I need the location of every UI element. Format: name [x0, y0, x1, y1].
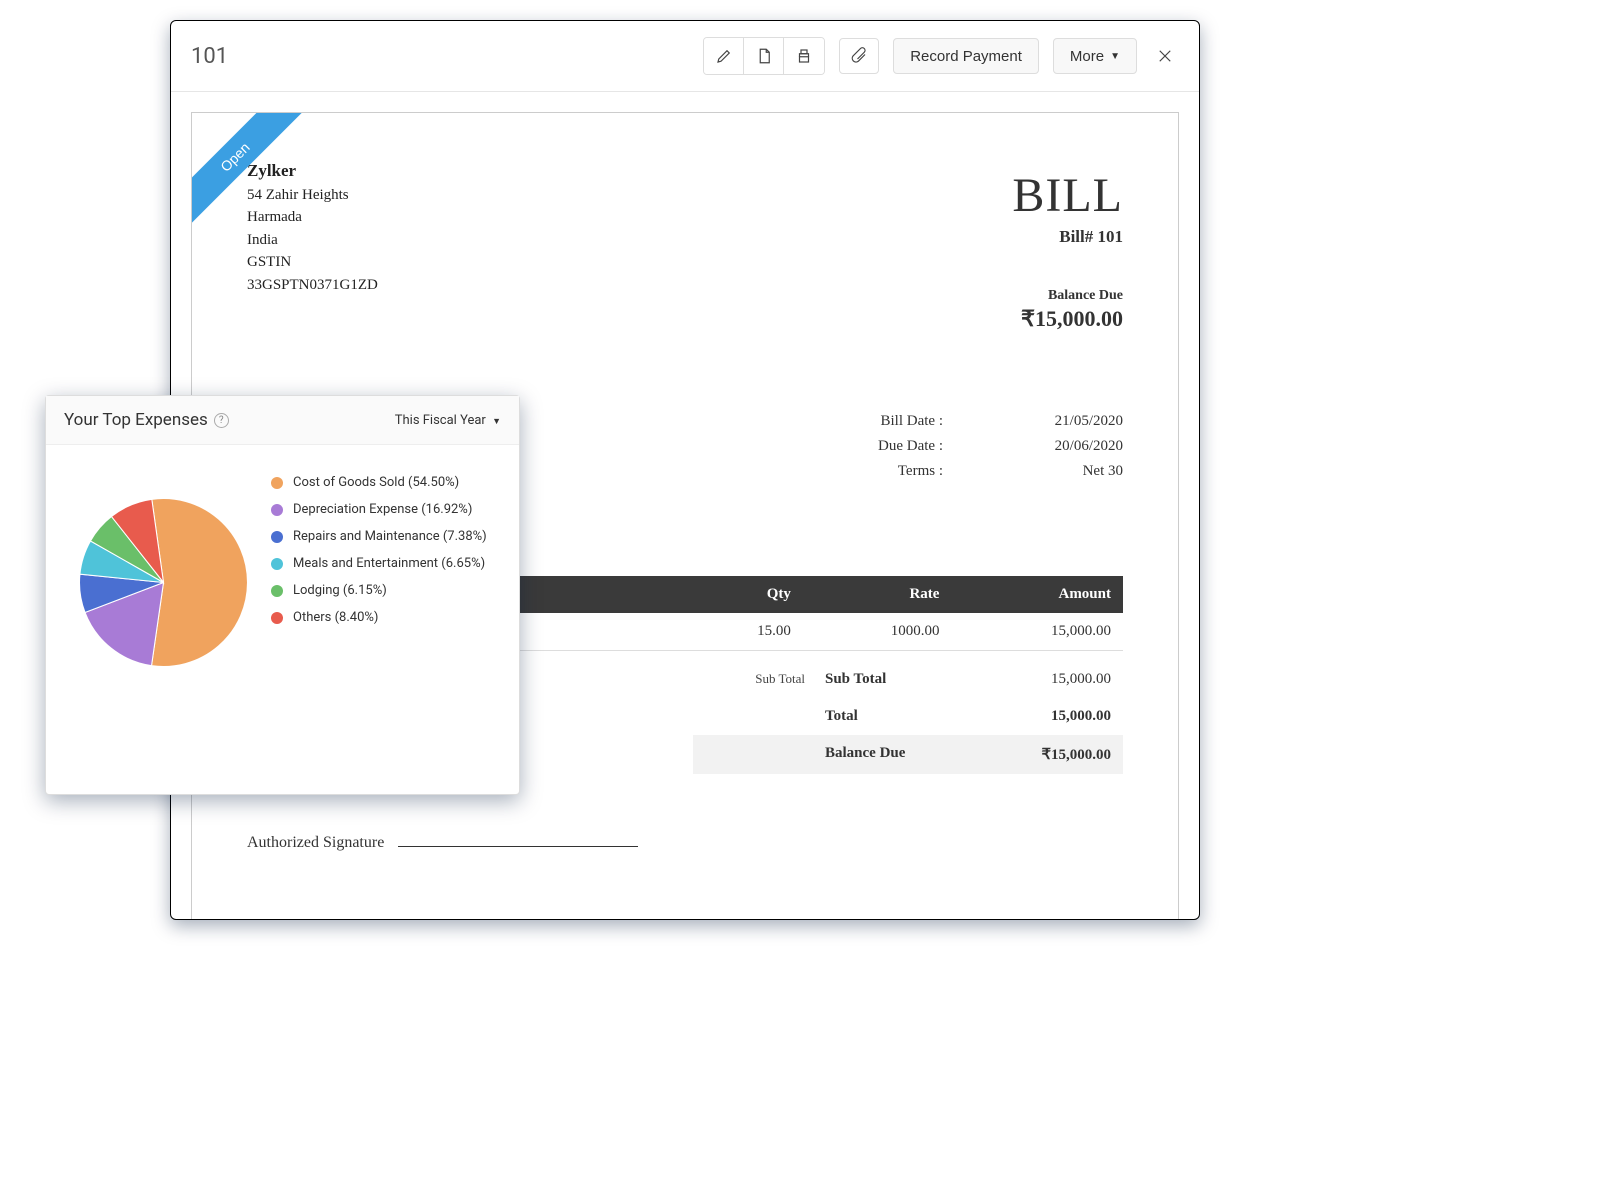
paperclip-icon: [850, 47, 868, 65]
balance-row-label: Balance Due: [805, 745, 991, 764]
expenses-pie-chart: [76, 495, 251, 670]
company-block: Zylker 54 Zahir Heights Harmada India GS…: [247, 158, 1123, 296]
legend-swatch: [271, 612, 283, 624]
legend-swatch: [271, 558, 283, 570]
status-badge: Open: [192, 113, 306, 228]
company-address-1: 54 Zahir Heights: [247, 184, 1123, 207]
legend-swatch: [271, 504, 283, 516]
bill-heading: BILL Bill# 101: [1012, 168, 1123, 247]
total-label: Total: [805, 708, 991, 725]
terms-value: Net 30: [1023, 463, 1123, 480]
legend-label: Lodging (6.15%): [293, 583, 387, 598]
top-expenses-card: Your Top Expenses ? This Fiscal Year ▼ C…: [45, 395, 520, 795]
print-button[interactable]: [784, 38, 824, 74]
pencil-icon: [715, 47, 733, 65]
cell-qty: 15.00: [685, 613, 803, 651]
close-button[interactable]: [1151, 42, 1179, 70]
expenses-title: Your Top Expenses: [64, 410, 208, 430]
col-rate: Rate: [803, 576, 952, 613]
close-icon: [1156, 47, 1174, 65]
terms-label: Terms :: [823, 463, 943, 480]
bill-date-value: 21/05/2020: [1023, 413, 1123, 430]
legend-label: Repairs and Maintenance (7.38%): [293, 529, 487, 544]
legend-item: Depreciation Expense (16.92%): [271, 502, 499, 517]
due-date-value: 20/06/2020: [1023, 438, 1123, 455]
more-button-label: More: [1070, 48, 1104, 65]
legend-item: Lodging (6.15%): [271, 583, 499, 598]
bill-date-label: Bill Date :: [823, 413, 943, 430]
legend-item: Cost of Goods Sold (54.50%): [271, 475, 499, 490]
total-value: 15,000.00: [991, 708, 1111, 725]
more-button[interactable]: More ▼: [1053, 38, 1137, 74]
company-gstin-label: GSTIN: [247, 251, 1123, 274]
bill-toolbar: 101 Record Payment More ▼: [171, 21, 1199, 92]
subtotal-value: 15,000.00: [991, 671, 1111, 688]
signature-line: [398, 846, 638, 847]
legend-label: Cost of Goods Sold (54.50%): [293, 475, 459, 490]
period-selector[interactable]: This Fiscal Year ▼: [395, 413, 501, 428]
balance-due-label: Balance Due: [1021, 288, 1123, 304]
legend-item: Repairs and Maintenance (7.38%): [271, 529, 499, 544]
expenses-legend: Cost of Goods Sold (54.50%) Depreciation…: [261, 475, 499, 670]
signature-block: Authorized Signature: [247, 834, 1123, 852]
balance-due-amount: ₹15,000.00: [1021, 306, 1123, 332]
legend-label: Meals and Entertainment (6.65%): [293, 556, 485, 571]
col-amount: Amount: [951, 576, 1123, 613]
legend-swatch: [271, 585, 283, 597]
company-gstin: 33GSPTN0371G1ZD: [247, 274, 1123, 297]
bill-title: BILL: [1012, 168, 1123, 223]
company-country: India: [247, 229, 1123, 252]
company-name: Zylker: [247, 158, 1123, 184]
subtotal-label: Sub Total: [805, 671, 991, 688]
legend-label: Others (8.40%): [293, 610, 378, 625]
period-label: This Fiscal Year: [395, 413, 486, 428]
expenses-body: Cost of Goods Sold (54.50%) Depreciation…: [46, 445, 519, 700]
col-qty: Qty: [685, 576, 803, 613]
cell-amount: 15,000.00: [951, 613, 1123, 651]
chevron-down-icon: ▼: [492, 417, 501, 427]
expenses-header: Your Top Expenses ? This Fiscal Year ▼: [46, 396, 519, 445]
cell-rate: 1000.00: [803, 613, 952, 651]
legend-swatch: [271, 477, 283, 489]
subtotal-hint: Sub Total: [705, 671, 805, 688]
legend-swatch: [271, 531, 283, 543]
legend-label: Depreciation Expense (16.92%): [293, 502, 472, 517]
signature-label: Authorized Signature: [247, 834, 384, 851]
edit-button[interactable]: [704, 38, 744, 74]
legend-item: Others (8.40%): [271, 610, 499, 625]
legend-item: Meals and Entertainment (6.65%): [271, 556, 499, 571]
attachment-button[interactable]: [839, 38, 879, 74]
pdf-button[interactable]: [744, 38, 784, 74]
record-payment-button[interactable]: Record Payment: [893, 38, 1039, 74]
balance-row-value: ₹15,000.00: [991, 745, 1111, 764]
printer-icon: [795, 47, 813, 65]
pdf-icon: [755, 47, 773, 65]
due-date-label: Due Date :: [823, 438, 943, 455]
bill-meta: Bill Date : 21/05/2020 Due Date : 20/06/…: [823, 413, 1123, 488]
help-icon[interactable]: ?: [214, 413, 229, 428]
bill-number: Bill# 101: [1012, 227, 1123, 247]
page-title: 101: [191, 44, 228, 69]
chevron-down-icon: ▼: [1110, 51, 1120, 62]
balance-due-block: Balance Due ₹15,000.00: [1021, 288, 1123, 332]
status-ribbon: Open: [192, 113, 312, 233]
toolbar-icon-group: [703, 37, 825, 75]
company-address-2: Harmada: [247, 206, 1123, 229]
